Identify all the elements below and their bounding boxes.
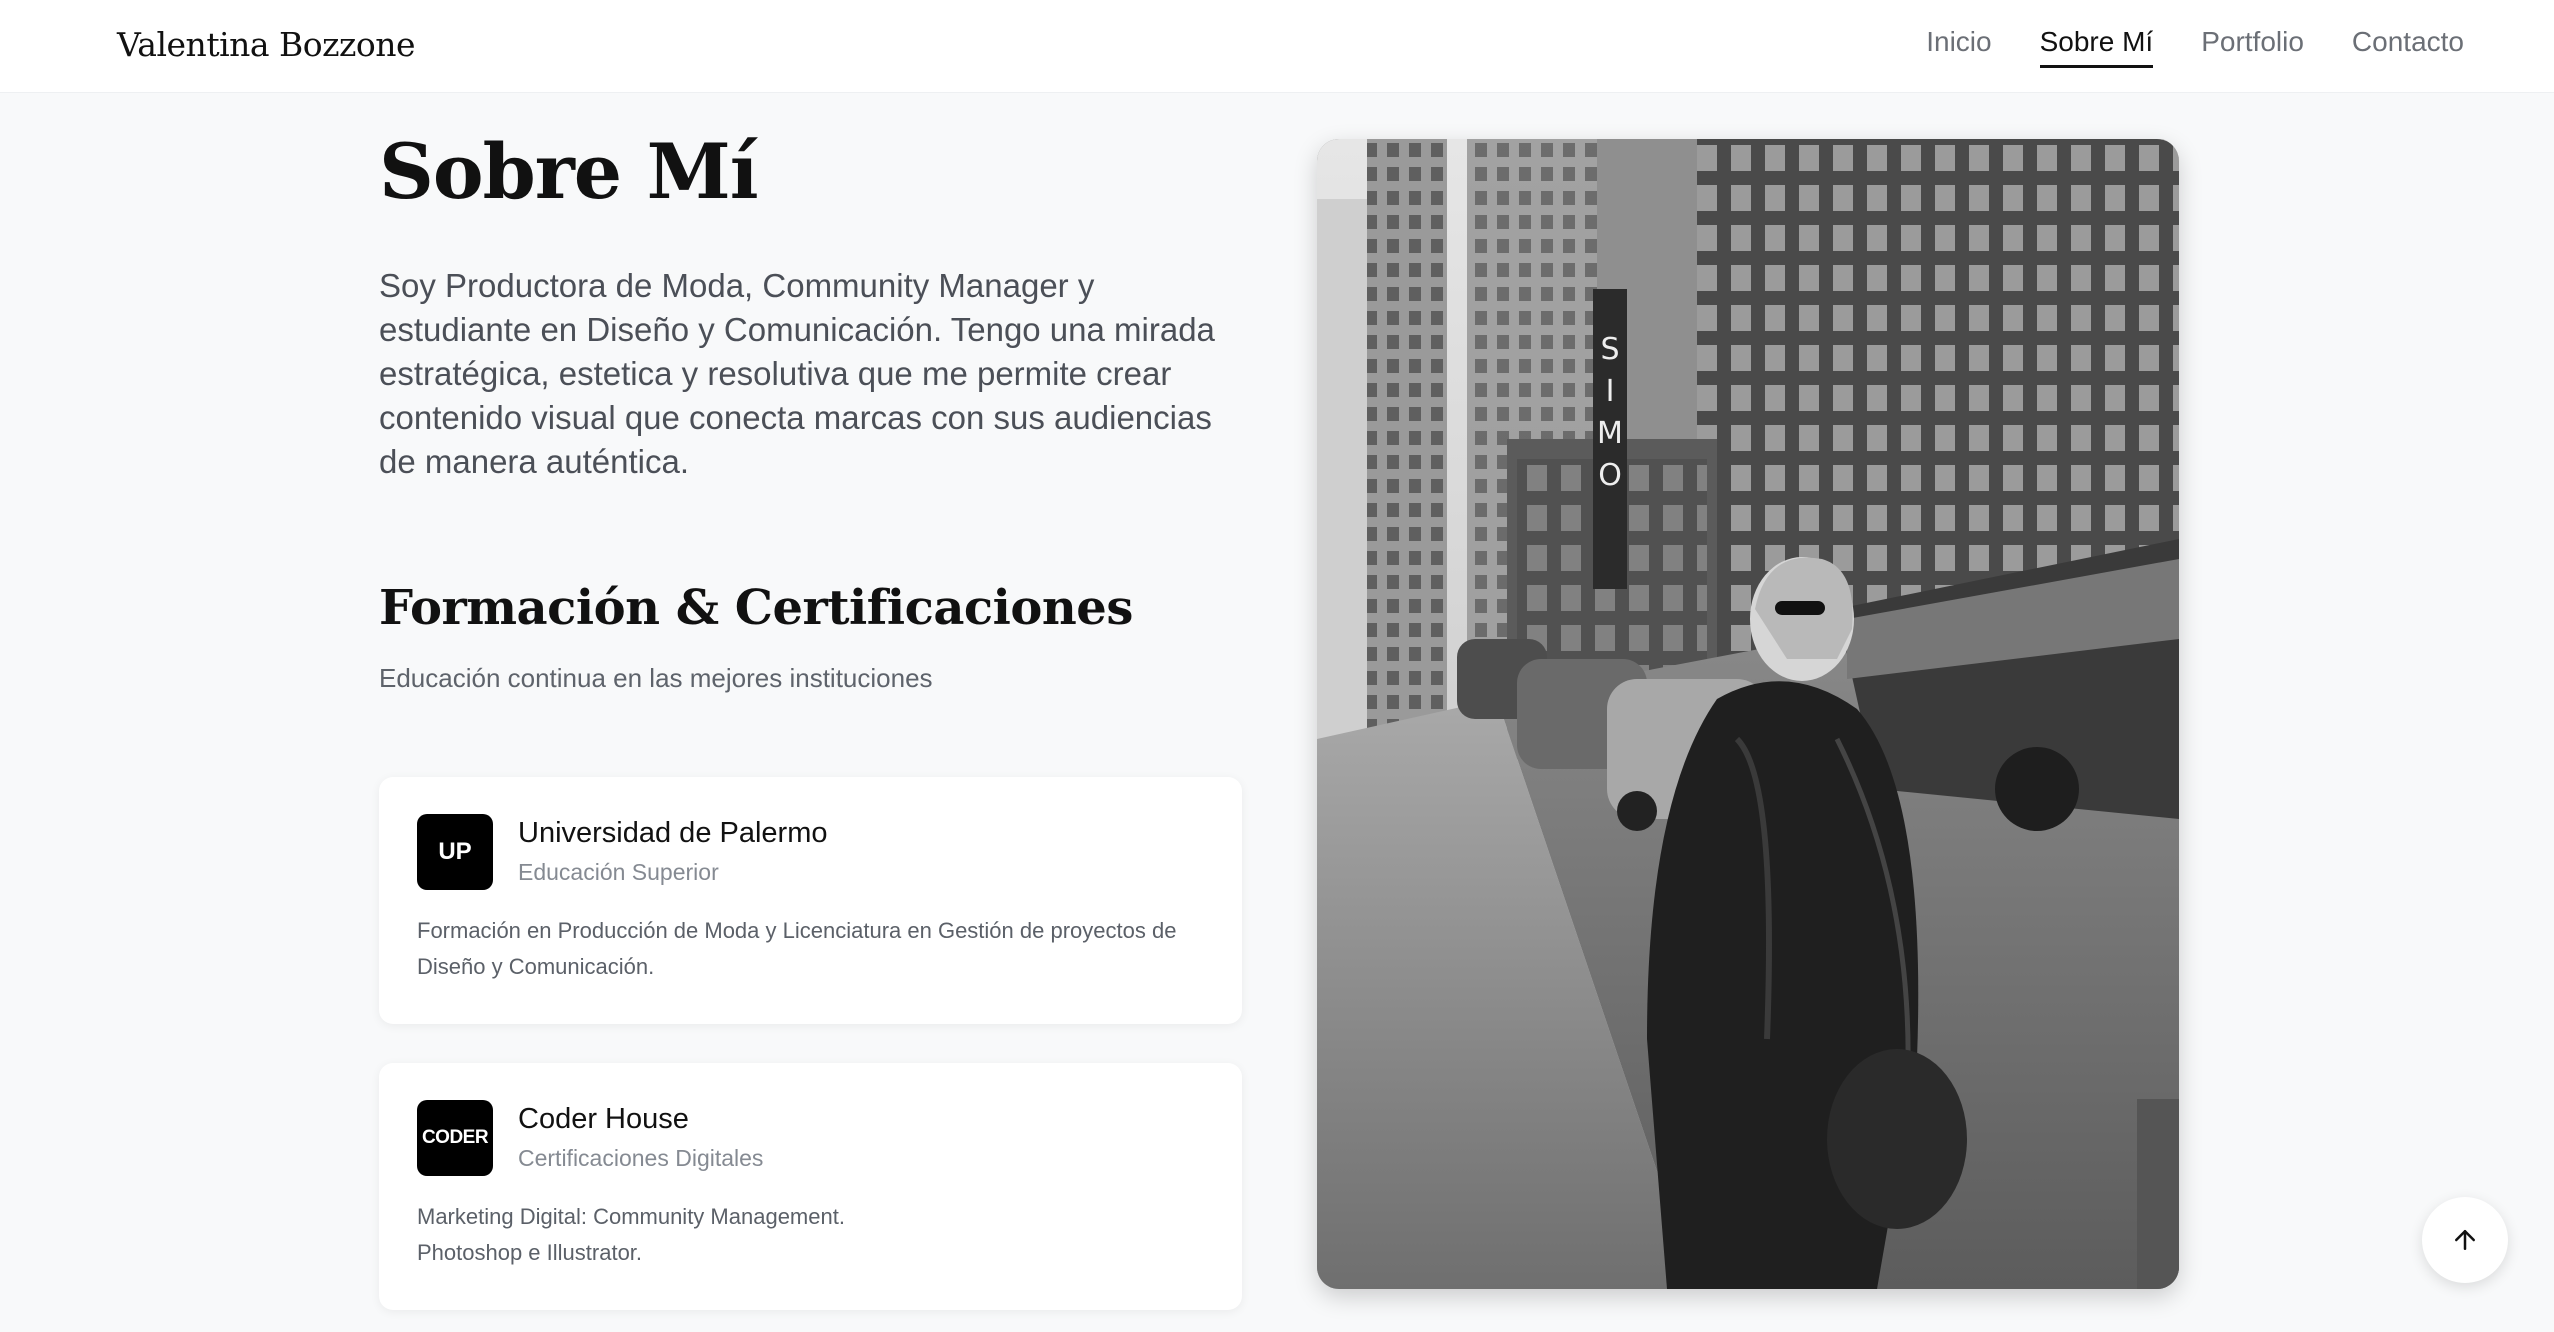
page-title: Sobre Mí bbox=[379, 127, 759, 216]
nav-item-portfolio[interactable]: Portfolio bbox=[2201, 26, 2304, 68]
photo-sign-letter-2: I bbox=[1606, 374, 1615, 409]
up-logo-badge: UP bbox=[417, 814, 493, 890]
photo-sign-letter-3: M bbox=[1597, 416, 1623, 451]
card-description: Formación en Producción de Moda y Licenc… bbox=[417, 918, 1177, 979]
profile-photo: S I M O bbox=[1317, 139, 2179, 1289]
card-institution-type: Certificaciones Digitales bbox=[518, 1145, 764, 1171]
photo-sign-letter-1: S bbox=[1600, 332, 1619, 367]
education-subtitle: Educación continua en las mejores instit… bbox=[379, 663, 933, 693]
education-title: Formación & Certificaciones bbox=[379, 580, 1133, 636]
nav-item-sobre-mi[interactable]: Sobre Mí bbox=[2039, 26, 2153, 68]
coder-logo-badge: CODER bbox=[417, 1100, 493, 1176]
education-card-up: UP Universidad de Palermo Educación Supe… bbox=[379, 777, 1242, 1024]
scroll-to-top-button[interactable] bbox=[2422, 1197, 2508, 1283]
photo-sign-letter-4: O bbox=[1598, 458, 1622, 493]
card-institution-type: Educación Superior bbox=[518, 859, 719, 885]
card-institution-name: Coder House bbox=[518, 1103, 689, 1135]
about-description: Soy Productora de Moda, Community Manage… bbox=[379, 267, 1215, 480]
nav-item-inicio[interactable]: Inicio bbox=[1926, 26, 1991, 68]
nav-item-contacto[interactable]: Contacto bbox=[2352, 26, 2464, 68]
arrow-up-icon bbox=[2455, 1230, 2475, 1250]
site-header: Valentina Bozzone Inicio Sobre Mí Portfo… bbox=[0, 0, 2554, 93]
main-nav: Inicio Sobre Mí Portfolio Contacto bbox=[1926, 26, 2464, 68]
education-card-coder: CODER Coder House Certificaciones Digita… bbox=[379, 1063, 1242, 1310]
brand-logo[interactable]: Valentina Bozzone bbox=[117, 25, 416, 64]
card-institution-name: Universidad de Palermo bbox=[518, 817, 828, 849]
card-description: Marketing Digital: Community Management.… bbox=[417, 1204, 845, 1265]
